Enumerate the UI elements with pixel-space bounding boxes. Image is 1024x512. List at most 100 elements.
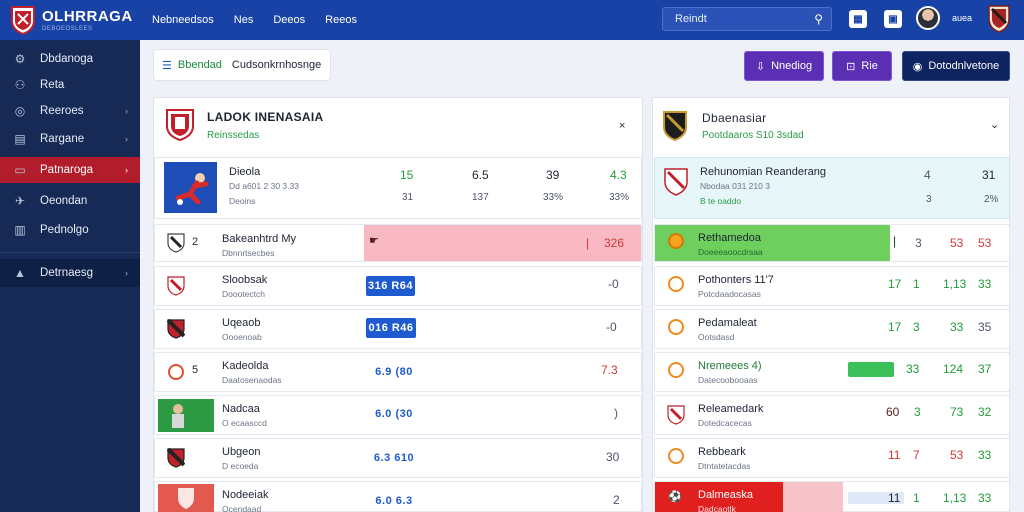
avatar[interactable]	[916, 6, 940, 30]
row-value-c: 53	[978, 236, 992, 250]
row-name: Pedamaleat	[698, 317, 757, 329]
app-name: OLHRRAGA	[42, 7, 133, 25]
row-value: -0	[606, 320, 617, 334]
topnav-item[interactable]: Nebneedsos	[152, 14, 214, 26]
search-icon[interactable]: ⚲	[814, 12, 823, 26]
club-badge-icon[interactable]	[988, 5, 1010, 33]
row-value-c: 73	[950, 405, 964, 419]
row-sub: D ecoeda	[222, 461, 259, 471]
bar-marker: |	[893, 234, 897, 248]
featured-row[interactable]	[154, 157, 642, 219]
club-crest-logo	[11, 6, 35, 35]
row-sub: Doootectch	[222, 289, 265, 299]
score-pill[interactable]: 6.0 (30	[366, 404, 422, 424]
grid-icon[interactable]: ▦	[849, 10, 867, 28]
topnav-item[interactable]: Nes	[234, 14, 254, 26]
sidebar-divider	[0, 252, 140, 253]
row-name: Nodeeiak	[222, 489, 269, 501]
gear-icon: ⚙	[14, 52, 26, 66]
stat-value: 31	[982, 168, 996, 182]
row-sub: Dtntatetacdas	[698, 461, 751, 471]
row-sub: O ecaasccd	[222, 418, 267, 428]
top-bar: OLHRRAGA DEBOEOSLEES Nebneedsos Nes Deeo…	[0, 0, 1024, 40]
right-panel-subtitle: Pootdaaros S10 3sdad	[702, 130, 804, 141]
row-name: Kadeolda	[222, 360, 269, 372]
row-value: )	[614, 406, 618, 420]
search-value: Reindt	[675, 13, 707, 25]
score-pill[interactable]: 316 R64	[366, 276, 415, 296]
view-switcher[interactable]: ☰ Bbendad Cudsonkrnhosnge	[153, 49, 331, 81]
sidebar-item-rargane[interactable]: ▤ Rargane ›	[0, 126, 140, 152]
close-icon[interactable]: ×	[619, 120, 625, 132]
view-tab-b[interactable]: Cudsonkrnhosnge	[232, 59, 321, 71]
sidebar-item-oeondan[interactable]: ✈ Oeondan	[0, 188, 140, 214]
row-value-c: 1,13	[943, 277, 967, 291]
sidebar-item-dashboard[interactable]: ⚙ Dbdanoga	[0, 46, 140, 72]
featured-sub2: B te oaddo	[700, 196, 742, 206]
featured-sub: Nbodaa 031 210 3	[700, 181, 770, 191]
row-value-b: 7	[913, 448, 920, 462]
action-button-1-label: Nnediog	[771, 60, 813, 72]
action-button-1[interactable]: ⇩ Nnediog	[744, 51, 824, 81]
topnav-item[interactable]: Reeos	[325, 14, 357, 26]
score-pill[interactable]: 6.3 610	[366, 448, 422, 468]
calendar-icon[interactable]: ▣	[884, 10, 902, 28]
row-value: -0	[608, 277, 619, 291]
sidebar-item-reeroes[interactable]: ◎ Reeroes ›	[0, 98, 140, 124]
row-name: Rebbeark	[698, 446, 746, 458]
view-tab-a[interactable]: Bbendad	[178, 59, 222, 71]
brand[interactable]: OLHRRAGA DEBOEOSLEES	[0, 0, 140, 40]
row-name: Rethamedoa	[698, 232, 761, 244]
sidebar-item-patnaroga[interactable]: ▭ Patnaroga ›	[0, 157, 140, 183]
row-value-a: 17	[888, 320, 902, 334]
download-icon: ⇩	[755, 60, 766, 73]
sidebar-item-reta[interactable]: ⚇ Reta	[0, 72, 140, 98]
search-input[interactable]: Reindt ⚲	[662, 7, 832, 31]
row-value-a: 11	[888, 448, 901, 462]
highlight-bar-tail	[783, 482, 843, 512]
warning-icon: ▲	[14, 266, 26, 280]
club-crest-icon	[667, 405, 685, 425]
score-pill[interactable]: 016 R46	[366, 318, 416, 338]
row-value-d: 37	[978, 362, 992, 376]
row-sub: Dadcaotlk	[698, 504, 736, 512]
sidebar-item-pednolgo[interactable]: ▥ Pednolgo	[0, 217, 140, 243]
sidebar-item-label: Patnaroga	[40, 164, 94, 176]
stat-value: 39	[546, 168, 560, 182]
row-value-c: 53	[950, 448, 964, 462]
club-crest-icon	[663, 111, 687, 142]
player-figure-icon	[172, 404, 184, 428]
ball-icon	[168, 364, 184, 380]
player-thumbnail	[158, 484, 214, 512]
row-value: 30	[606, 450, 620, 464]
featured-name: Dieola	[229, 166, 261, 178]
sidebar-item-detrnaesg[interactable]: ▲ Detrnaesg ›	[0, 259, 140, 287]
progress-bar-fill	[655, 225, 890, 261]
row-value-b: 3	[913, 320, 920, 334]
left-panel-title: LADOK INENASAIA	[207, 110, 324, 124]
player-thumbnail	[164, 162, 217, 213]
row-sub: Daatosenaodas	[222, 375, 282, 385]
featured-sub2: Deoins	[229, 196, 256, 206]
chevron-down-icon[interactable]: ⌄	[990, 118, 999, 131]
lock-icon: ⊡	[846, 60, 856, 73]
row-value-d: 33	[978, 277, 992, 291]
score-pill[interactable]: 6.0 6.3	[366, 491, 422, 511]
row-sub: Dotedcacecas	[698, 418, 752, 428]
row-name: Pothonters 11'7	[698, 274, 774, 286]
sidebar-item-label: Rargane	[40, 133, 85, 145]
stat-value: 4	[924, 168, 931, 182]
stat-sub-value: 2%	[984, 194, 999, 205]
topnav-item[interactable]: Deeos	[273, 14, 305, 26]
stat-value: 6.5	[472, 168, 489, 182]
action-button-2[interactable]: ⊡ Rie	[832, 51, 892, 81]
stat-sub-value: 3	[926, 194, 932, 205]
stat-sub-value: 33%	[609, 192, 630, 203]
score-pill[interactable]: 6.9 (80	[366, 362, 422, 382]
action-button-3[interactable]: ◉ Dotodnlvetone	[902, 51, 1010, 81]
sidebar-item-label: Reta	[40, 79, 65, 91]
club-crest-icon	[664, 168, 688, 196]
featured-name: Rehunomian Reanderang	[700, 166, 826, 178]
row-value-d: 33	[978, 448, 992, 462]
stat-sub-value: 33%	[543, 192, 564, 203]
